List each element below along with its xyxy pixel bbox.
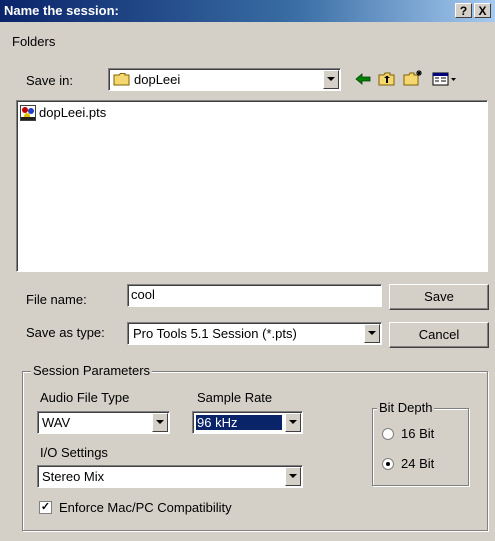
menu-folders[interactable]: Folders [12, 34, 55, 49]
save-session-dialog: Name the session: ? X Folders Save in: d… [0, 0, 495, 541]
bit-depth-group [372, 408, 469, 486]
sample-rate-label: Sample Rate [197, 390, 273, 405]
audio-file-type-select[interactable]: WAV [37, 411, 170, 434]
save-as-type-combo[interactable]: Pro Tools 5.1 Session (*.pts) [127, 322, 382, 345]
bit-depth-16-radio[interactable] [382, 428, 394, 440]
sample-rate-select[interactable]: 96 kHz [192, 411, 303, 434]
audio-file-type-label: Audio File Type [40, 390, 130, 405]
file-list[interactable]: dopLeei.pts [16, 100, 488, 272]
chevron-down-icon[interactable] [364, 324, 380, 343]
save-button[interactable]: Save [389, 284, 489, 310]
menu-bar: Folders [0, 22, 495, 49]
cancel-button[interactable]: Cancel [389, 322, 489, 348]
dialog-title: Name the session: [4, 3, 119, 18]
help-button[interactable]: ? [455, 3, 472, 18]
sample-rate-value: 96 kHz [197, 415, 238, 430]
title-bar[interactable]: Name the session: ? X [0, 0, 495, 22]
save-as-type-label: Save as type: [26, 325, 105, 340]
io-settings-select[interactable]: Stereo Mix [37, 465, 303, 488]
session-parameters-title: Session Parameters [31, 363, 153, 378]
save-in-combo[interactable]: dopLeei [108, 68, 341, 91]
enforce-compat-checkbox[interactable]: ✓ [39, 501, 52, 514]
new-folder-icon[interactable] [403, 69, 423, 87]
bit-depth-16-label: 16 Bit [401, 426, 435, 441]
save-in-value: dopLeei [134, 72, 181, 87]
file-name: dopLeei.pts [39, 105, 107, 120]
save-in-label: Save in: [26, 73, 73, 88]
chevron-down-icon[interactable] [285, 467, 301, 486]
bit-depth-title: Bit Depth [377, 400, 435, 415]
folder-icon [113, 73, 130, 86]
audio-file-type-value: WAV [42, 415, 71, 430]
up-folder-icon[interactable] [378, 71, 396, 87]
io-settings-value: Stereo Mix [42, 469, 105, 484]
file-name-value: cool [131, 287, 155, 302]
bit-depth-24-radio[interactable] [382, 458, 394, 470]
pro-tools-session-icon [20, 105, 36, 121]
chevron-down-icon[interactable] [285, 413, 301, 432]
back-arrow-icon[interactable] [354, 71, 372, 87]
file-name-label: File name: [26, 292, 87, 307]
bit-depth-24-label: 24 Bit [401, 456, 435, 471]
file-name-input[interactable]: cool [127, 284, 382, 307]
list-item[interactable]: dopLeei.pts [20, 104, 140, 122]
io-settings-label: I/O Settings [40, 445, 108, 460]
save-as-type-value: Pro Tools 5.1 Session (*.pts) [133, 326, 297, 341]
chevron-down-icon[interactable] [152, 413, 168, 432]
enforce-compat-label: Enforce Mac/PC Compatibility [59, 500, 232, 515]
view-menu-icon[interactable] [432, 71, 458, 87]
close-button[interactable]: X [474, 3, 491, 18]
chevron-down-icon[interactable] [323, 70, 339, 89]
